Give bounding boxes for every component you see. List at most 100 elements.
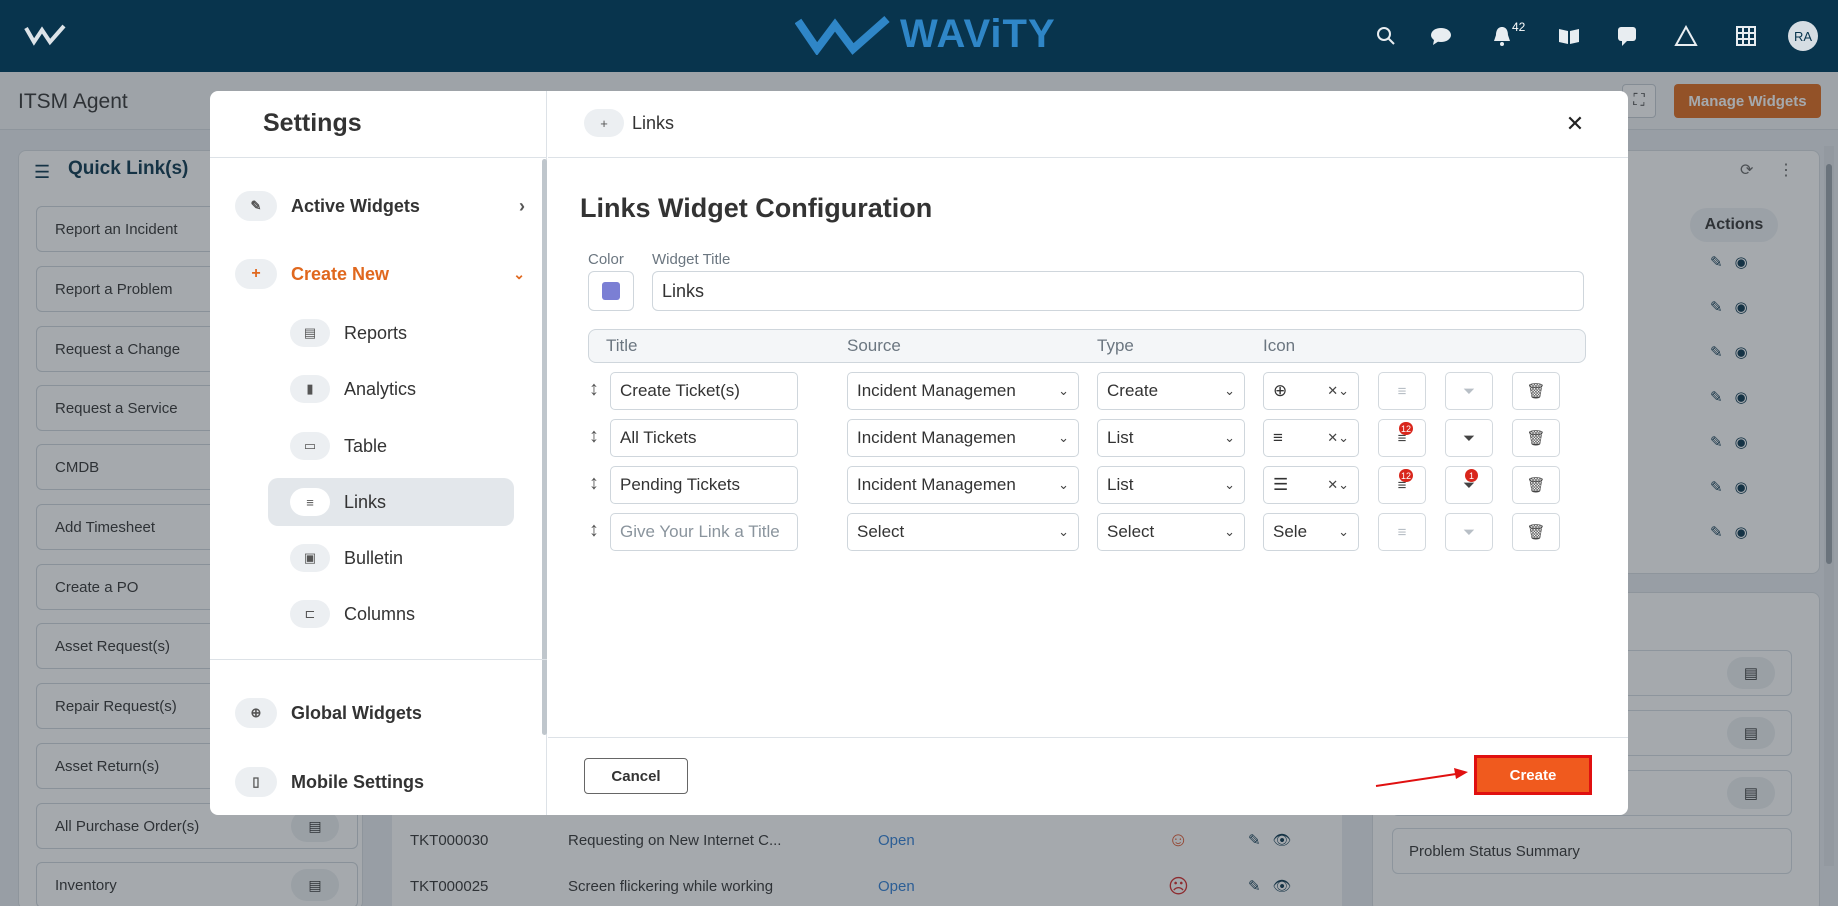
nav-sub-label: Links (344, 491, 387, 512)
folder-icon: ▭ (290, 432, 330, 460)
chevron-down-icon: ⌄ (1058, 430, 1069, 445)
annotation-arrow-icon (1375, 768, 1468, 787)
chevron-down-icon: ⌄ (1224, 477, 1235, 492)
type-value: List (1107, 428, 1134, 447)
link-title-input[interactable]: Create Ticket(s) (610, 372, 798, 410)
brand-mark-icon (795, 15, 890, 55)
sidebar-scrollbar[interactable] (542, 159, 547, 735)
chat-icon[interactable] (1427, 22, 1455, 50)
delete-row-button[interactable]: 🗑 (1512, 419, 1560, 457)
list-columns-button[interactable]: ≡ 12 (1378, 419, 1426, 457)
drag-handle-icon[interactable]: ↕ (586, 425, 602, 448)
widget-title-input[interactable]: Links (652, 271, 1584, 311)
icon-select[interactable]: ☰ ✕⌄ (1263, 466, 1359, 504)
source-select[interactable]: Incident Managemen ⌄ (847, 372, 1079, 410)
filter-button[interactable]: ⏷ (1445, 372, 1493, 410)
drag-handle-icon[interactable]: ↕ (586, 378, 602, 401)
cancel-button[interactable]: Cancel (584, 758, 688, 794)
chevron-down-icon: ⌄ (1058, 524, 1069, 539)
divider (210, 659, 547, 660)
divider (548, 157, 1628, 158)
filter-icon: ⏷ (1462, 382, 1475, 400)
chevron-down-icon: ⌄ (1058, 383, 1069, 398)
type-select[interactable]: List ⌄ (1097, 419, 1245, 457)
filter-count-badge: 1 (1465, 469, 1478, 482)
filter-icon: ⏷ (1462, 429, 1475, 447)
mobile-icon: ▯ (235, 767, 277, 797)
tab-links[interactable]: + Links (584, 109, 674, 137)
nav-sub-bulletin[interactable]: ▣ Bulletin (268, 534, 514, 582)
bar-chart-icon: ▮ (290, 375, 330, 403)
nav-sub-label: Columns (344, 603, 416, 624)
settings-modal: Settings ✎ Active Widgets › + Create New… (210, 91, 1628, 815)
type-value: Create (1107, 381, 1159, 400)
type-select[interactable]: Create ⌄ (1097, 372, 1245, 410)
filter-button[interactable]: ⏷ (1445, 513, 1493, 551)
list-columns-button[interactable]: ≡ (1378, 372, 1426, 410)
type-select[interactable]: List ⌄ (1097, 466, 1245, 504)
lines-icon: ≡ (1273, 428, 1283, 447)
source-select[interactable]: Incident Managemen ⌄ (847, 466, 1079, 504)
chevron-down-icon: ⌄ (513, 265, 525, 282)
divider (210, 157, 547, 158)
link-title-input[interactable]: Give Your Link a Title (610, 513, 798, 551)
book-icon[interactable] (1555, 22, 1583, 50)
search-icon[interactable] (1372, 22, 1400, 50)
trash-icon: 🗑 (1526, 383, 1546, 400)
bulletin-icon: ▣ (290, 544, 330, 572)
close-icon[interactable]: ✕ (1562, 111, 1588, 137)
list-columns-button[interactable]: ≡ 12 (1378, 466, 1426, 504)
color-label: Color (588, 251, 624, 268)
link-title-input[interactable]: Pending Tickets (610, 466, 798, 504)
nav-active-widgets[interactable]: ✎ Active Widgets › (235, 191, 525, 221)
triangle-icon[interactable] (1672, 22, 1700, 50)
clear-icon[interactable]: ✕⌄ (1321, 383, 1349, 399)
filter-icon: ⏷ (1462, 523, 1475, 541)
apps-grid-icon[interactable] (1732, 22, 1760, 50)
create-button[interactable]: Create (1474, 755, 1592, 795)
nav-sub-table[interactable]: ▭ Table (268, 422, 514, 470)
filter-button[interactable]: ⏷ 1 (1445, 466, 1493, 504)
app-logo-icon[interactable] (24, 24, 70, 53)
delete-row-button[interactable]: 🗑 (1512, 513, 1560, 551)
nav-create-new-label: Create New (291, 263, 390, 284)
delete-row-button[interactable]: 🗑 (1512, 466, 1560, 504)
user-avatar[interactable]: RA (1788, 21, 1818, 51)
source-select[interactable]: Incident Managemen ⌄ (847, 419, 1079, 457)
icon-select[interactable]: ≡ ✕⌄ (1263, 419, 1359, 457)
filter-button[interactable]: ⏷ (1445, 419, 1493, 457)
list-columns-button[interactable]: ≡ (1378, 513, 1426, 551)
delete-row-button[interactable]: 🗑 (1512, 372, 1560, 410)
drag-handle-icon[interactable]: ↕ (586, 472, 602, 495)
links-table-header (588, 329, 1586, 363)
type-value: Select (1107, 522, 1155, 541)
list-icon: ≡ (1397, 523, 1407, 541)
nav-sub-analytics[interactable]: ▮ Analytics (268, 365, 514, 413)
link-title-input[interactable]: All Tickets (610, 419, 798, 457)
nav-global-widgets[interactable]: ⊕ Global Widgets (235, 698, 422, 728)
plus-icon: + (584, 109, 624, 137)
nav-sub-links[interactable]: ≡ Links (268, 478, 514, 526)
clear-icon[interactable]: ✕⌄ (1321, 430, 1349, 446)
type-select[interactable]: Select ⌄ (1097, 513, 1245, 551)
chevron-down-icon: ⌄ (1224, 430, 1235, 445)
column-header-source: Source (847, 336, 901, 355)
trash-icon: 🗑 (1526, 524, 1546, 541)
icon-select[interactable]: ⊕ ✕⌄ (1263, 372, 1359, 410)
nav-mobile-settings[interactable]: ▯ Mobile Settings (235, 767, 424, 797)
clear-icon[interactable]: ✕⌄ (1321, 477, 1349, 493)
source-select[interactable]: Select ⌄ (847, 513, 1079, 551)
drag-handle-icon[interactable]: ↕ (586, 519, 602, 542)
column-header-icon: Icon (1263, 336, 1296, 355)
feedback-icon[interactable] (1613, 22, 1641, 50)
source-value: Incident Managemen (857, 428, 1016, 447)
nav-sub-reports[interactable]: ▤ Reports (268, 309, 514, 357)
list-count-badge: 12 (1398, 469, 1413, 482)
color-picker[interactable] (588, 271, 634, 311)
nav-sub-columns[interactable]: ⊏ Columns (268, 590, 514, 638)
divider (548, 737, 1628, 738)
icon-select[interactable]: Sele ⌄ (1263, 513, 1359, 551)
color-swatch (602, 282, 620, 300)
list-count-badge: 12 (1398, 422, 1413, 435)
nav-create-new[interactable]: + Create New ⌄ (235, 259, 525, 289)
